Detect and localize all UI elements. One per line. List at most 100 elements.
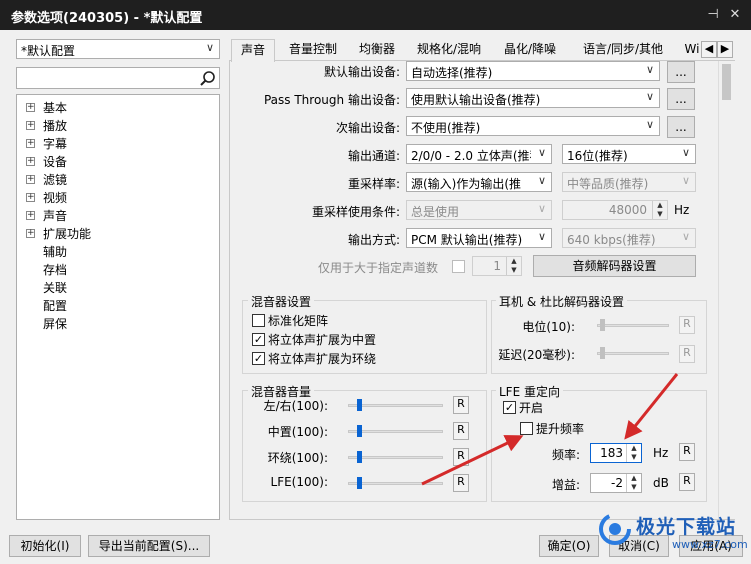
tree-item[interactable]: 字幕	[43, 135, 67, 152]
default-device-label: 默认输出设备:	[323, 65, 400, 79]
tree-item[interactable]: 播放	[43, 117, 67, 134]
spin-arrows-icon[interactable]: ▲ ▼	[626, 444, 641, 462]
pin-icon[interactable]: ⊣	[704, 6, 722, 24]
tree-item[interactable]: 关联	[43, 279, 67, 296]
expand-plus-icon[interactable]: +	[26, 175, 35, 184]
default-device-select[interactable]: 自动选择(推荐) ∨	[406, 61, 660, 81]
mixer-volume-slider[interactable]	[348, 404, 443, 407]
headphone-delay-slider[interactable]	[597, 352, 669, 355]
close-icon[interactable]: ✕	[726, 6, 744, 24]
tab-0[interactable]: 声音	[231, 39, 275, 62]
bit-depth-select[interactable]: 16位(推荐) ∨	[562, 144, 696, 164]
mixer-volume-thumb[interactable]	[357, 477, 362, 489]
watermark: 极光下载站 www.xz7.com	[598, 510, 748, 560]
resample-condition-select[interactable]: 总是使用 ∨	[406, 200, 552, 220]
resample-rate-select[interactable]: 源(输入)作为输出(推 ∨	[406, 172, 552, 192]
headphone-delay-reset-button[interactable]: R	[679, 345, 695, 363]
expand-plus-icon[interactable]: +	[26, 139, 35, 148]
secondary-device-select[interactable]: 不使用(推荐) ∨	[406, 116, 660, 136]
tree-item[interactable]: 配置	[43, 297, 67, 314]
output-channel-select[interactable]: 2/0/0 - 2.0 立体声(推荐 ∨	[406, 144, 552, 164]
audio-decoder-settings-button[interactable]: 音频解码器设置	[533, 255, 696, 277]
mixer-volume-reset-button[interactable]: R	[453, 422, 469, 440]
output-method-select[interactable]: PCM 默认输出(推荐) ∨	[406, 228, 552, 248]
tree-item[interactable]: 屏保	[43, 315, 67, 332]
export-config-button[interactable]: 导出当前配置(S)...	[88, 535, 210, 557]
headphone-level-reset-button[interactable]: R	[679, 316, 695, 334]
search-input[interactable]	[19, 69, 198, 88]
bitrate-select[interactable]: 640 kbps(推荐) ∨	[562, 228, 696, 248]
mixer-settings-title: 混音器设置	[248, 293, 315, 310]
chevron-down-icon: ∨	[645, 118, 654, 131]
tab-1[interactable]: 音量控制	[280, 39, 346, 61]
chevron-down-icon: ∨	[645, 90, 654, 103]
lfe-boost-checkbox[interactable]	[520, 422, 533, 435]
lfe-gain-reset-button[interactable]: R	[679, 473, 695, 491]
channels-only-checkbox[interactable]	[452, 260, 465, 273]
mixer-volume-reset-button[interactable]: R	[453, 448, 469, 466]
tree-item[interactable]: 辅助	[43, 243, 67, 260]
tab-4[interactable]: 晶化/降噪	[495, 39, 565, 61]
spin-arrows-icon[interactable]: ▲ ▼	[652, 201, 667, 219]
tab-3[interactable]: 规格化/混响	[409, 39, 489, 61]
search-box	[16, 67, 220, 89]
tree-item[interactable]: 存档	[43, 261, 67, 278]
sample-rate-spin[interactable]: 48000 ▲ ▼	[562, 200, 668, 220]
expand-plus-icon[interactable]: +	[26, 211, 35, 220]
scrollbar-thumb[interactable]	[722, 64, 731, 100]
mixer-volume-thumb[interactable]	[357, 399, 362, 411]
headphone-level-slider[interactable]	[597, 324, 669, 327]
lfe-boost-label: 提升频率	[536, 422, 585, 436]
secondary-device-more-button[interactable]: ...	[667, 116, 695, 138]
tab-scroll-left-button[interactable]: ◀	[701, 41, 717, 58]
mixer-volume-slider[interactable]	[348, 430, 443, 433]
default-device-more-button[interactable]: ...	[667, 61, 695, 83]
search-icon[interactable]	[199, 70, 216, 87]
spin-arrows-icon[interactable]: ▲ ▼	[506, 257, 521, 275]
expand-plus-icon[interactable]: +	[26, 157, 35, 166]
tree-item[interactable]: 扩展功能	[43, 225, 91, 242]
lfe-gain-spin[interactable]: -2 ▲ ▼	[590, 473, 642, 493]
lfe-frequency-reset-button[interactable]: R	[679, 443, 695, 461]
expand-plus-icon[interactable]: +	[26, 193, 35, 202]
lfe-frequency-spin[interactable]: 183 ▲ ▼	[590, 443, 642, 463]
tab-scroll-right-button[interactable]: ▶	[717, 41, 733, 58]
mixer-setting-checkbox[interactable]: ✓	[252, 352, 265, 365]
expand-plus-icon[interactable]: +	[26, 121, 35, 130]
tab-2[interactable]: 均衡器	[351, 39, 403, 61]
page-scrollbar[interactable]	[718, 61, 735, 519]
expand-plus-icon[interactable]: +	[26, 229, 35, 238]
passthrough-device-more-button[interactable]: ...	[667, 88, 695, 110]
initialize-button[interactable]: 初始化(I)	[9, 535, 81, 557]
chevron-down-icon: ∨	[537, 146, 546, 159]
channels-only-label: 仅用于大于指定声道数	[318, 261, 439, 275]
channels-only-spin[interactable]: 1 ▲ ▼	[472, 256, 522, 276]
mixer-volume-thumb[interactable]	[357, 451, 362, 463]
mixer-volume-slider[interactable]	[348, 482, 443, 485]
mixer-volume-reset-button[interactable]: R	[453, 396, 469, 414]
title-bar: 参数选项(240305) - *默认配置 ⊣ ✕	[0, 0, 751, 30]
lfe-enable-checkbox[interactable]: ✓	[503, 401, 516, 414]
tab-5[interactable]: 语言/同步/其他	[570, 39, 676, 61]
expand-plus-icon[interactable]: +	[26, 103, 35, 112]
resample-quality-select[interactable]: 中等品质(推荐) ∨	[562, 172, 696, 192]
tab-6[interactable]: Wi	[683, 39, 701, 61]
profile-select[interactable]: *默认配置 ∨	[16, 39, 220, 59]
mixer-volume-thumb[interactable]	[357, 425, 362, 437]
headphone-delay-label: 延迟(20毫秒):	[498, 348, 575, 362]
mixer-setting-checkbox[interactable]	[252, 314, 265, 327]
headphone-level-thumb[interactable]	[600, 319, 605, 331]
mixer-setting-checkbox[interactable]: ✓	[252, 333, 265, 346]
passthrough-device-select[interactable]: 使用默认输出设备(推荐) ∨	[406, 88, 660, 108]
tree-item[interactable]: 视频	[43, 189, 67, 206]
tree-item[interactable]: 设备	[43, 153, 67, 170]
mixer-volume-reset-button[interactable]: R	[453, 474, 469, 492]
ok-button[interactable]: 确定(O)	[539, 535, 599, 557]
tree-item[interactable]: 基本	[43, 99, 67, 116]
tree-item[interactable]: 滤镜	[43, 171, 67, 188]
mixer-volume-slider[interactable]	[348, 456, 443, 459]
chevron-down-icon: ∨	[681, 146, 690, 159]
spin-arrows-icon[interactable]: ▲ ▼	[626, 474, 641, 492]
tree-item[interactable]: 声音	[43, 207, 67, 224]
headphone-delay-thumb[interactable]	[600, 347, 605, 359]
